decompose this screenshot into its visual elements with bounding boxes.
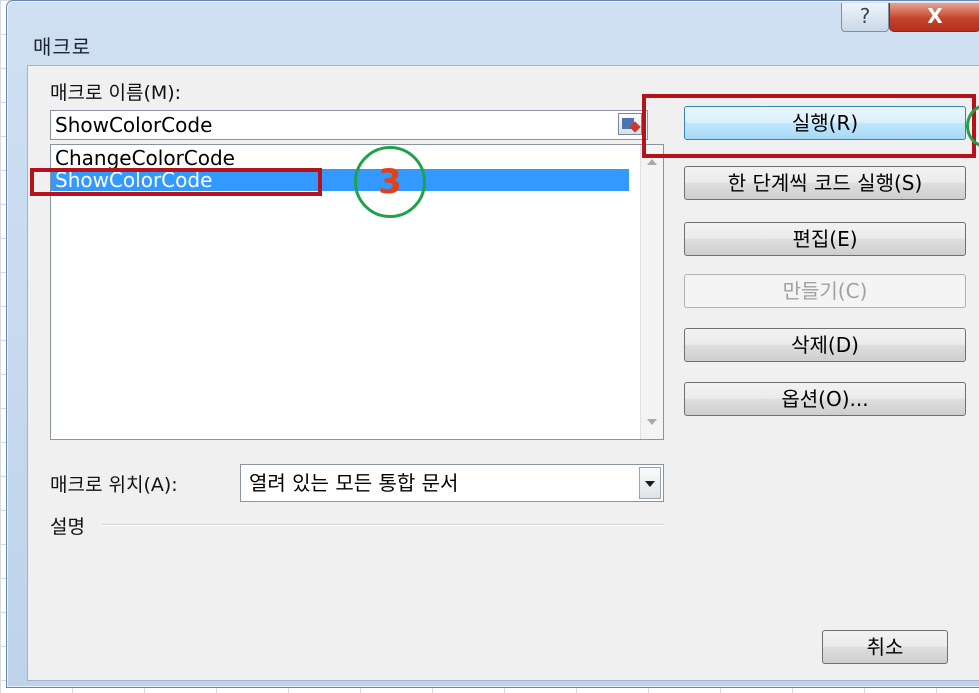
edit-button[interactable]: 편집(E) xyxy=(684,222,966,256)
step-into-button[interactable]: 한 단계씩 코드 실행(S) xyxy=(684,166,966,200)
dialog-title: 매크로 xyxy=(33,35,92,59)
step-number-badge: 3 xyxy=(354,146,426,218)
macro-list-item[interactable]: ChangeColorCode xyxy=(51,147,629,169)
scroll-down-icon[interactable] xyxy=(647,419,657,425)
macro-location-label: 매크로 위치(A): xyxy=(50,474,178,496)
help-button[interactable]: ? xyxy=(841,3,889,32)
close-button[interactable]: X xyxy=(889,3,979,32)
macro-name-label: 매크로 이름(M): xyxy=(50,82,182,104)
options-button[interactable]: 옵션(O)... xyxy=(684,382,966,416)
help-icon: ? xyxy=(859,4,871,28)
chevron-down-icon[interactable] xyxy=(639,467,661,499)
description-label: 설명 xyxy=(50,516,85,538)
cancel-button[interactable]: 취소 xyxy=(822,630,948,664)
macro-location-select[interactable]: 열려 있는 모든 통합 문서 xyxy=(240,464,664,502)
scroll-up-icon[interactable] xyxy=(647,159,657,165)
collapse-dialog-button[interactable] xyxy=(618,113,642,135)
macro-location-value: 열려 있는 모든 통합 문서 xyxy=(249,471,459,495)
run-button-highlight xyxy=(642,94,976,158)
macro-name-input[interactable]: ShowColorCode xyxy=(50,110,648,140)
list-scrollbar[interactable] xyxy=(640,145,663,439)
selected-item-highlight xyxy=(30,168,322,196)
create-button[interactable]: 만들기(C) xyxy=(684,274,966,308)
delete-button[interactable]: 삭제(D) xyxy=(684,328,966,362)
description-divider xyxy=(102,524,664,526)
close-icon: X xyxy=(927,4,943,28)
